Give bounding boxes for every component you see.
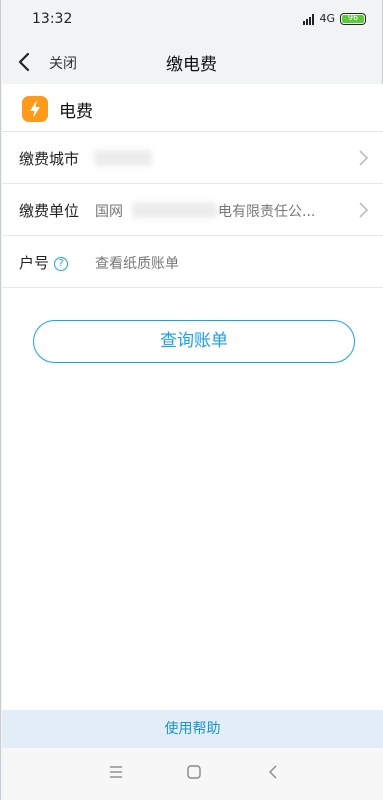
signal-icon — [303, 13, 315, 25]
redacted-city — [94, 150, 152, 166]
system-nav-bar — [2, 748, 383, 800]
network-type: 4G — [319, 12, 335, 25]
menu-icon[interactable] — [106, 762, 126, 782]
city-label: 缴费城市 — [19, 150, 80, 168]
lightning-icon — [22, 96, 48, 122]
service-title: 电费 — [59, 102, 93, 122]
help-icon[interactable]: ? — [54, 257, 69, 271]
redacted-company — [132, 202, 217, 218]
company-value: 国网 — [95, 201, 123, 221]
chevron-right-icon — [359, 202, 369, 218]
chevron-right-icon — [359, 150, 369, 166]
account-label-text: 户号 — [19, 254, 50, 272]
city-row[interactable]: 缴费城市 — [2, 132, 383, 184]
page-title: 缴电费 — [166, 55, 217, 75]
main-content: 电费 缴费城市 缴费单位 国网 电有限责任公... 户号? 查看纸质账单 查询账… — [2, 84, 383, 710]
company-value-suffix: 电有限责任公... — [218, 204, 316, 220]
account-label: 户号? — [19, 252, 69, 273]
account-row: 户号? 查看纸质账单 — [2, 236, 383, 288]
query-bill-button[interactable]: 查询账单 — [33, 320, 355, 363]
status-bar: 13:32 4G 96 — [1, 0, 382, 40]
status-icons: 4G 96 — [303, 12, 366, 25]
account-input[interactable]: 查看纸质账单 — [95, 253, 179, 273]
phone-frame: 13:32 4G 96 关闭 缴电费 电费 缴费城市 缴费单位 国网 电有限责任… — [0, 0, 383, 800]
battery-level: 96 — [347, 12, 359, 22]
company-label: 缴费单位 — [19, 202, 80, 220]
help-link[interactable]: 使用帮助 — [2, 710, 383, 748]
home-icon[interactable] — [184, 762, 204, 782]
company-value-prefix: 国网 — [95, 204, 123, 220]
nav-bar: 关闭 缴电费 — [1, 40, 382, 84]
status-time: 13:32 — [32, 11, 73, 27]
battery-icon: 96 — [340, 12, 366, 25]
service-header: 电费 — [2, 84, 383, 132]
company-row[interactable]: 缴费单位 国网 电有限责任公... — [2, 184, 383, 236]
back-nav-icon[interactable] — [264, 762, 284, 782]
